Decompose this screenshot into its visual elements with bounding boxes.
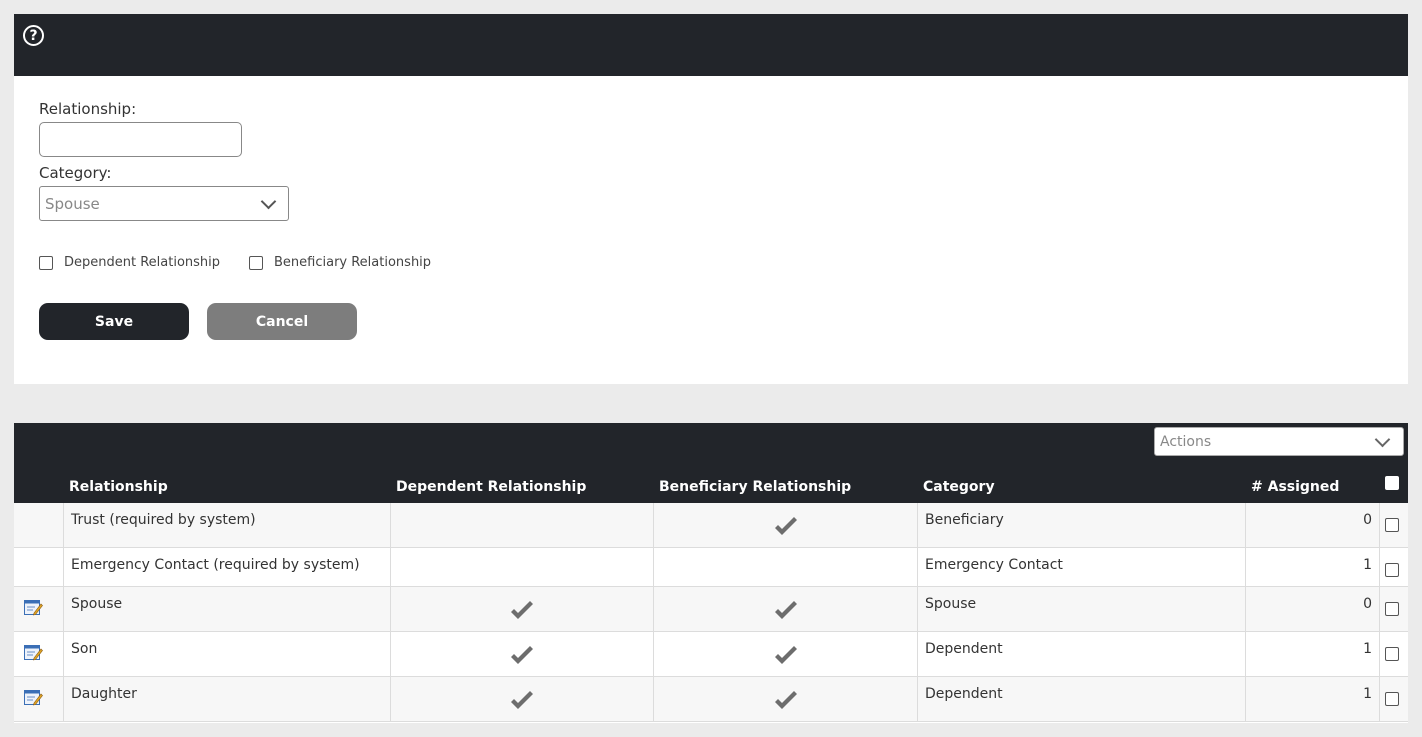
row-select-checkbox[interactable] [1385, 692, 1399, 706]
cell-category: Dependent [918, 677, 1246, 721]
beneficiary-relationship-checkbox-label: Beneficiary Relationship [274, 255, 432, 270]
cell-category-text: Dependent [925, 641, 1003, 657]
save-button[interactable]: Save [39, 303, 189, 340]
table-row: Emergency Contact (required by system) Em… [14, 548, 1408, 587]
check-icon [509, 600, 535, 622]
row-select-checkbox[interactable] [1385, 518, 1399, 532]
row-select-checkbox[interactable] [1385, 563, 1399, 577]
cell-category-text: Emergency Contact [925, 557, 1063, 573]
cell-assigned-text: 0 [1363, 512, 1372, 528]
cell-icon [14, 503, 64, 547]
category-selected-value: Spouse [45, 194, 100, 213]
chevron-down-icon [260, 193, 277, 210]
cell-category-text: Spouse [925, 596, 977, 612]
actions-select[interactable]: Actions [1154, 427, 1404, 456]
cell-assigned: 0 [1246, 503, 1380, 547]
edit-icon[interactable] [24, 689, 43, 706]
cell-assigned: 0 [1246, 587, 1380, 631]
relationship-input[interactable] [39, 122, 242, 157]
table-row: Trust (required by system) Beneficiary 0 [14, 503, 1408, 548]
check-icon [773, 690, 799, 712]
cell-relationship: Son [64, 632, 391, 676]
cell-category: Emergency Contact [918, 548, 1246, 586]
cell-relationship: Trust (required by system) [64, 503, 391, 547]
cell-relationship: Daughter [64, 677, 391, 721]
cell-relationship-text: Emergency Contact (required by system) [71, 557, 360, 573]
form-header: ? [14, 14, 1408, 76]
cell-icon [14, 548, 64, 586]
cell-assigned-text: 1 [1363, 557, 1372, 573]
cell-beneficiary [654, 587, 918, 631]
cell-category-text: Beneficiary [925, 512, 1004, 528]
cell-relationship-text: Spouse [71, 596, 123, 612]
dependent-relationship-option: Dependent Relationship [39, 255, 220, 270]
select-all-checkbox[interactable] [1385, 476, 1399, 490]
cell-dependent [391, 587, 654, 631]
check-icon [773, 516, 799, 538]
column-header-beneficiary-relationship[interactable]: Beneficiary Relationship [659, 479, 851, 495]
row-select-checkbox[interactable] [1385, 602, 1399, 616]
cell-assigned: 1 [1246, 677, 1380, 721]
cell-beneficiary [654, 632, 918, 676]
relationship-label: Relationship: [39, 100, 137, 118]
cell-dependent [391, 503, 654, 547]
column-header-assigned[interactable]: # Assigned [1251, 479, 1339, 495]
grid-header: Actions Relationship Dependent Relations… [14, 423, 1408, 503]
cell-category: Dependent [918, 632, 1246, 676]
chevron-down-icon [1374, 431, 1391, 448]
relationships-grid: Actions Relationship Dependent Relations… [14, 423, 1408, 723]
cell-category: Beneficiary [918, 503, 1246, 547]
table-row: Daughter Dependent 1 [14, 677, 1408, 722]
cell-icon [14, 587, 64, 631]
help-icon[interactable]: ? [23, 25, 44, 46]
check-icon [509, 690, 535, 712]
cell-relationship: Emergency Contact (required by system) [64, 548, 391, 586]
cell-relationship-text: Daughter [71, 686, 137, 702]
table-row: Son Dependent 1 [14, 632, 1408, 677]
category-label: Category: [39, 164, 112, 182]
cell-assigned-text: 1 [1363, 641, 1372, 657]
cell-icon [14, 677, 64, 721]
cancel-button[interactable]: Cancel [207, 303, 357, 340]
column-header-category[interactable]: Category [923, 479, 995, 495]
edit-icon[interactable] [24, 599, 43, 616]
dependent-relationship-checkbox-label: Dependent Relationship [64, 255, 221, 270]
column-header-dependent-relationship[interactable]: Dependent Relationship [396, 479, 586, 495]
category-select[interactable]: Spouse [39, 186, 289, 221]
cell-assigned: 1 [1246, 548, 1380, 586]
cell-beneficiary [654, 677, 918, 721]
dependent-relationship-checkbox[interactable] [39, 255, 53, 270]
relationship-form-panel: ? Relationship: Category: Spouse Depende… [14, 14, 1408, 384]
cell-relationship: Spouse [64, 587, 391, 631]
cell-beneficiary [654, 503, 918, 547]
edit-icon[interactable] [24, 644, 43, 661]
cell-dependent [391, 677, 654, 721]
table-row: Spouse Spouse 0 [14, 587, 1408, 632]
cell-category: Spouse [918, 587, 1246, 631]
actions-placeholder: Actions [1160, 433, 1212, 450]
row-select-checkbox[interactable] [1385, 647, 1399, 661]
cell-relationship-text: Son [71, 641, 98, 657]
cell-relationship-text: Trust (required by system) [71, 512, 256, 528]
cell-beneficiary [654, 548, 918, 586]
beneficiary-relationship-option: Beneficiary Relationship [249, 255, 431, 270]
cell-dependent [391, 632, 654, 676]
cell-assigned: 1 [1246, 632, 1380, 676]
column-header-relationship[interactable]: Relationship [69, 479, 168, 495]
cell-dependent [391, 548, 654, 586]
check-icon [773, 600, 799, 622]
cell-category-text: Dependent [925, 686, 1003, 702]
cell-assigned-text: 0 [1363, 596, 1372, 612]
check-icon [773, 645, 799, 667]
beneficiary-relationship-checkbox[interactable] [249, 255, 263, 270]
cell-assigned-text: 1 [1363, 686, 1372, 702]
check-icon [509, 645, 535, 667]
cell-icon [14, 632, 64, 676]
